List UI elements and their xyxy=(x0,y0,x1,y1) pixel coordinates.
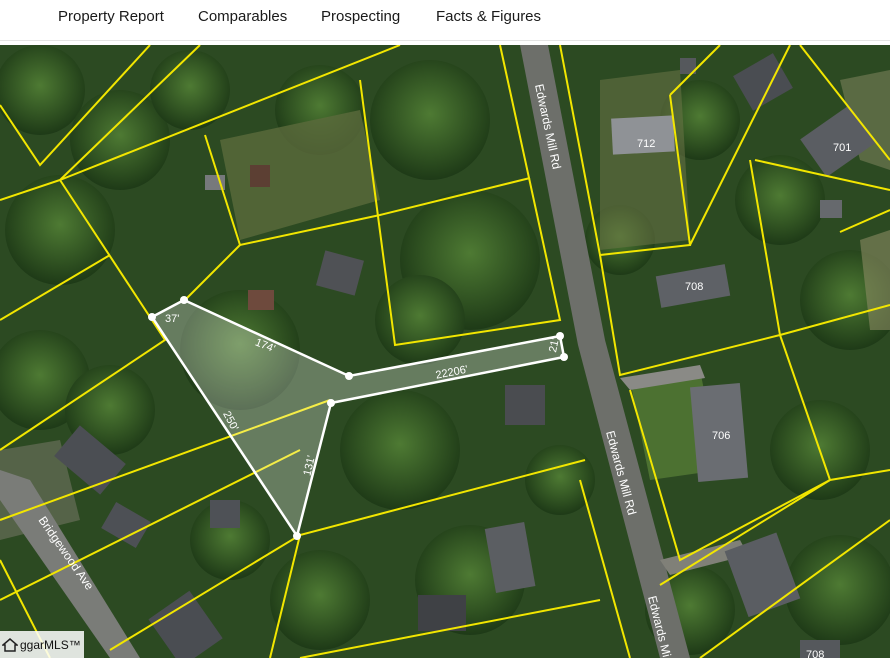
vertex-handle[interactable] xyxy=(560,353,568,361)
vertex-handle[interactable] xyxy=(327,399,335,407)
vertex-handle[interactable] xyxy=(293,532,301,540)
mls-logo-text: ggarMLS™ xyxy=(20,637,81,652)
vertex-handle[interactable] xyxy=(180,296,188,304)
top-navigation: Property Report Comparables Prospecting … xyxy=(0,0,890,41)
vertex-handle[interactable] xyxy=(148,313,156,321)
tab-prospecting[interactable]: Prospecting xyxy=(321,8,400,25)
house-number: 708 xyxy=(806,649,824,658)
tab-facts-and-figures[interactable]: Facts & Figures xyxy=(436,8,541,25)
dimension-label: 37' xyxy=(165,313,179,325)
vertex-handle[interactable] xyxy=(345,372,353,380)
house-number: 712 xyxy=(637,138,655,150)
map-view[interactable]: 37' 174' 250' 131' 22206' 21' Edwards Mi… xyxy=(0,45,890,658)
house-number: 708 xyxy=(685,281,703,293)
mls-logo: ggarMLS™ xyxy=(0,631,84,658)
house-logo-icon xyxy=(2,637,18,652)
tab-property-report[interactable]: Property Report xyxy=(58,8,164,25)
tab-comparables[interactable]: Comparables xyxy=(198,8,287,25)
house-number: 701 xyxy=(833,142,851,154)
aerial-map[interactable]: 37' 174' 250' 131' 22206' 21' Edwards Mi… xyxy=(0,45,890,658)
house-number: 706 xyxy=(712,430,730,442)
